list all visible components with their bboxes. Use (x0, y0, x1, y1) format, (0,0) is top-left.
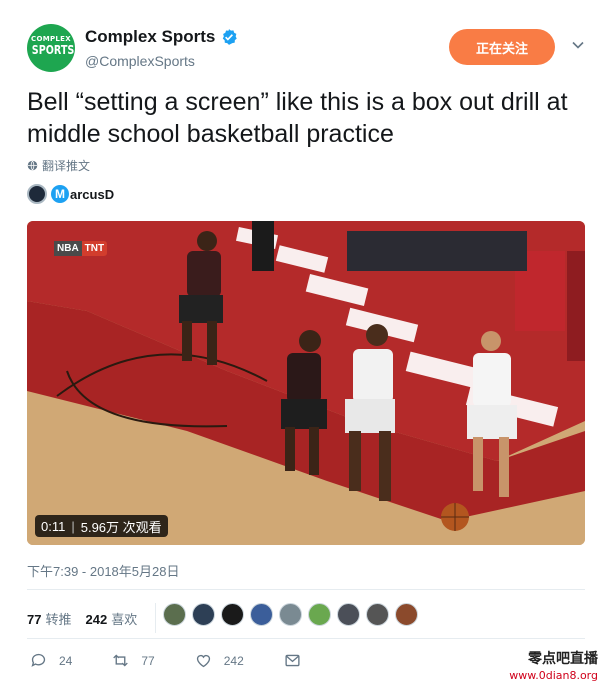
avatar-logo-top: COMPLEX (31, 35, 71, 43)
likes-count: 242 (85, 611, 108, 627)
verified-badge-icon (223, 29, 238, 45)
heart-icon (196, 654, 210, 668)
retweets-count: 77 (27, 611, 42, 627)
envelope-icon (285, 654, 300, 667)
liker-avatar[interactable] (366, 603, 389, 626)
reply-button[interactable]: 24 (30, 652, 72, 669)
direct-message-button[interactable] (284, 652, 313, 669)
retweet-count: 77 (141, 653, 155, 668)
video-credit[interactable]: M arcusD (27, 184, 114, 204)
translate-link[interactable]: 翻译推文 (27, 157, 90, 174)
liker-avatars (163, 603, 424, 626)
chevron-down-icon[interactable] (571, 38, 585, 52)
liker-avatar[interactable] (395, 603, 418, 626)
liker-avatar[interactable] (337, 603, 360, 626)
likes-stat[interactable]: 242 喜欢 (85, 609, 137, 628)
site-watermark: 零点吧直播 www.0dian8.org (509, 648, 598, 682)
watermark-url: www.0dian8.org (509, 669, 598, 682)
video-frame-illustration (27, 221, 585, 545)
liker-avatar[interactable] (308, 603, 331, 626)
reply-icon (31, 653, 46, 667)
broadcast-logo-nba: NBA (54, 241, 82, 256)
video-duration: 0:11 (41, 518, 66, 534)
following-button[interactable]: 正在关注 (449, 29, 555, 65)
author-handle[interactable]: @ComplexSports (85, 53, 195, 69)
tweet-header: COMPLEX SPORTS Complex Sports @ComplexSp… (27, 24, 597, 76)
retweets-stat[interactable]: 77 转推 (27, 609, 71, 628)
credit-initial: M (51, 185, 69, 203)
credit-avatar (27, 184, 47, 204)
tweet-timestamp[interactable]: 下午7:39 - 2018年5月28日 (27, 561, 179, 580)
liker-avatar[interactable] (192, 603, 215, 626)
broadcast-logo: NBA TNT (54, 241, 108, 256)
badge-separator: | (71, 518, 75, 534)
divider-bottom (27, 638, 585, 639)
video-player[interactable]: NBA TNT 0:11 | 5.96万 次观看 (27, 221, 585, 545)
liker-avatar[interactable] (221, 603, 244, 626)
reply-count: 24 (59, 653, 73, 668)
author-avatar[interactable]: COMPLEX SPORTS (27, 24, 75, 72)
like-count: 242 (223, 653, 244, 668)
tweet-actions: 24 77 242 (30, 652, 353, 669)
likes-label: 喜欢 (111, 611, 138, 627)
name-row: Complex Sports (85, 27, 238, 47)
watermark-title: 零点吧直播 (528, 651, 598, 667)
avatar-logo-bottom: SPORTS (31, 43, 75, 57)
stats-separator (155, 603, 157, 633)
credit-name: M arcusD (51, 185, 114, 203)
tweet-text: Bell “setting a screen” like this is a b… (27, 88, 568, 148)
broadcast-logo-tnt: TNT (81, 241, 108, 256)
retweet-icon (113, 654, 129, 667)
like-button[interactable]: 242 (195, 652, 244, 669)
retweets-label: 转推 (45, 611, 72, 627)
translate-label: 翻译推文 (42, 159, 91, 173)
retweet-button[interactable]: 77 (112, 652, 155, 669)
liker-avatar[interactable] (163, 603, 186, 626)
liker-avatar[interactable] (250, 603, 273, 626)
liker-avatar[interactable] (279, 603, 302, 626)
video-views: 5.96万 次观看 (80, 519, 162, 535)
display-name[interactable]: Complex Sports (85, 27, 215, 47)
credit-name-text: arcusD (70, 186, 115, 202)
engagement-stats: 77 转推 242 喜欢 (27, 603, 168, 633)
globe-icon (27, 160, 38, 171)
video-info-badge: 0:11 | 5.96万 次观看 (35, 515, 168, 537)
divider-top (27, 589, 585, 590)
